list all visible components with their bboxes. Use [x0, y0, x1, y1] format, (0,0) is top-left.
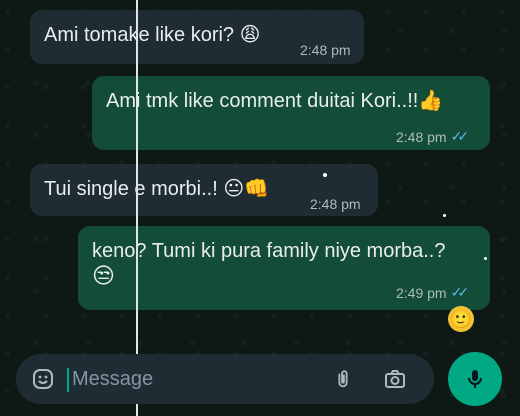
message-text: Ami tomake like kori? 😩	[44, 24, 261, 46]
read-receipt-icon: ✓✓	[450, 128, 470, 144]
message-meta: 2:48 pm ✓✓	[396, 128, 470, 145]
message-text: Tui single e morbi..! 😐👊	[44, 178, 270, 200]
speck	[443, 214, 446, 217]
message-time: 2:48 pm	[300, 42, 351, 58]
attach-icon[interactable]	[328, 364, 358, 394]
message-input[interactable]	[70, 366, 304, 392]
speck	[323, 173, 327, 177]
message-text: Ami tmk like comment duitai Kori..!!👍	[106, 90, 444, 112]
message-time: 2:48 pm	[310, 196, 361, 212]
mic-button[interactable]	[448, 352, 502, 406]
sticker-icon[interactable]	[30, 366, 56, 392]
speck	[484, 257, 487, 260]
reaction-emoji[interactable]: 🙂	[448, 306, 474, 332]
camera-icon[interactable]	[380, 364, 410, 394]
message-meta: 2:49 pm ✓✓	[396, 284, 470, 301]
read-receipt-icon: ✓✓	[450, 284, 470, 300]
message-composer	[16, 354, 434, 404]
message-meta: 2:48 pm	[300, 42, 351, 58]
message-time: 2:48 pm	[396, 128, 447, 145]
message-meta: 2:48 pm	[310, 196, 361, 212]
message-time: 2:49 pm	[396, 284, 447, 301]
mic-icon	[468, 370, 482, 388]
message-text: keno? Tumi ki pura family niye morba..?	[92, 240, 446, 262]
text-cursor	[67, 368, 69, 392]
